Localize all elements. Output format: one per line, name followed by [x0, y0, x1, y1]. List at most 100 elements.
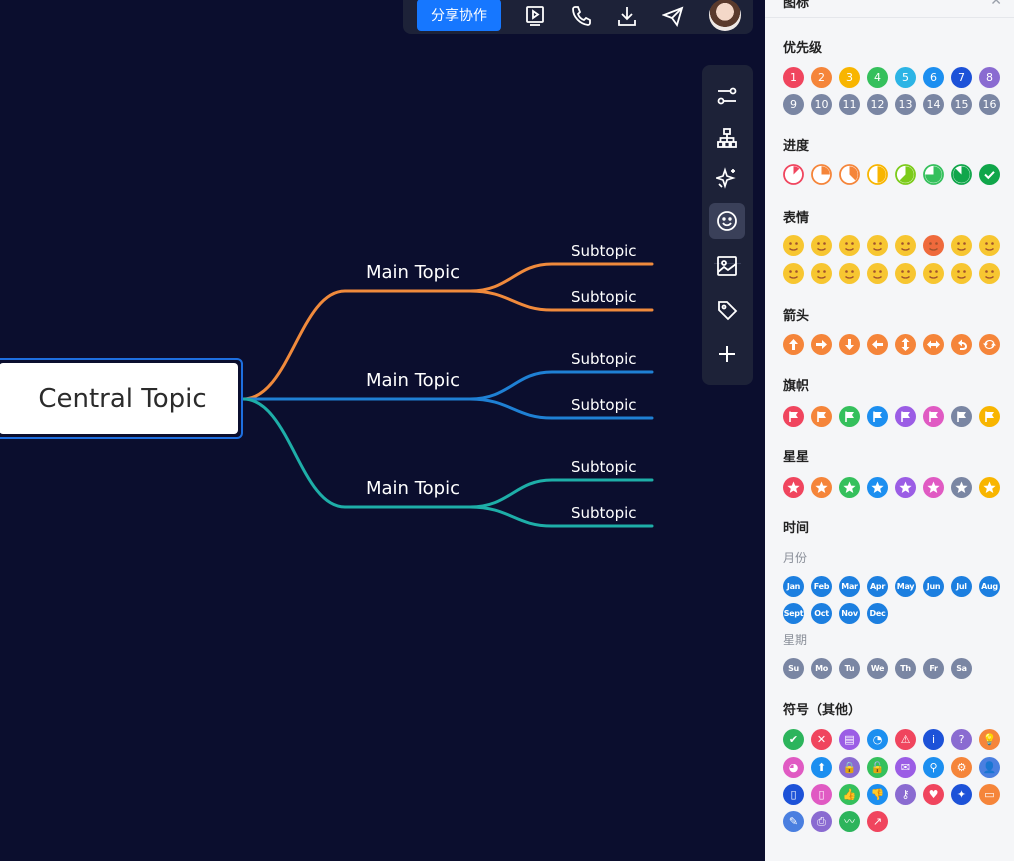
symbol-20-icon[interactable]: 👎	[867, 784, 888, 805]
symbol-16-icon[interactable]: 👤	[979, 757, 1000, 778]
arrow-7-icon[interactable]	[951, 334, 972, 355]
symbol-15-icon[interactable]: ⚙	[951, 757, 972, 778]
month-nov-icon[interactable]: Nov	[839, 603, 860, 624]
priority-1-icon[interactable]: 1	[783, 67, 804, 88]
arrow-6-icon[interactable]	[923, 334, 944, 355]
progress-3-icon[interactable]	[839, 164, 860, 185]
month-jun-icon[interactable]: Jun	[923, 576, 944, 597]
symbol-5-icon[interactable]: ⚠	[895, 729, 916, 750]
weekday-we-icon[interactable]: We	[867, 658, 888, 679]
month-aug-icon[interactable]: Aug	[979, 576, 1000, 597]
flag-6-icon[interactable]	[923, 406, 944, 427]
month-apr-icon[interactable]: Apr	[867, 576, 888, 597]
subtopic-1-2[interactable]: Subtopic	[571, 288, 637, 306]
emoji-face-11-icon[interactable]	[839, 263, 860, 284]
emoji-face-13-icon[interactable]	[895, 263, 916, 284]
phone-icon[interactable]	[569, 4, 593, 28]
main-topic-3[interactable]: Main Topic	[366, 478, 460, 499]
share-collaborate-button[interactable]: 分享协作	[417, 0, 501, 31]
symbol-9-icon[interactable]: ◕	[783, 757, 804, 778]
weekday-sa-icon[interactable]: Sa	[951, 658, 972, 679]
progress-4-icon[interactable]	[867, 164, 888, 185]
priority-13-icon[interactable]: 13	[895, 94, 916, 115]
subtopic-3-1[interactable]: Subtopic	[571, 458, 637, 476]
progress-8-icon[interactable]	[979, 164, 1000, 185]
symbol-6-icon[interactable]: i	[923, 729, 944, 750]
star-4-icon[interactable]	[867, 477, 888, 498]
emoji-face-6-icon[interactable]	[923, 235, 944, 256]
download-icon[interactable]	[615, 4, 639, 28]
add-icon[interactable]	[709, 336, 745, 372]
symbol-2-icon[interactable]: ✕	[811, 729, 832, 750]
main-topic-1[interactable]: Main Topic	[366, 262, 460, 283]
star-8-icon[interactable]	[979, 477, 1000, 498]
symbol-3-icon[interactable]: ▤	[839, 729, 860, 750]
star-5-icon[interactable]	[895, 477, 916, 498]
weekday-mo-icon[interactable]: Mo	[811, 658, 832, 679]
subtopic-3-2[interactable]: Subtopic	[571, 504, 637, 522]
emoji-face-14-icon[interactable]	[923, 263, 944, 284]
style-sliders-icon[interactable]	[709, 78, 745, 114]
emoji-face-8-icon[interactable]	[979, 235, 1000, 256]
month-sept-icon[interactable]: Sept	[783, 603, 804, 624]
star-6-icon[interactable]	[923, 477, 944, 498]
weekday-th-icon[interactable]: Th	[895, 658, 916, 679]
flag-3-icon[interactable]	[839, 406, 860, 427]
emoji-face-9-icon[interactable]	[783, 263, 804, 284]
priority-15-icon[interactable]: 15	[951, 94, 972, 115]
subtopic-1-1[interactable]: Subtopic	[571, 242, 637, 260]
symbol-26-icon[interactable]: ⎙	[811, 811, 832, 832]
month-jul-icon[interactable]: Jul	[951, 576, 972, 597]
symbol-17-icon[interactable]: ▯	[783, 784, 804, 805]
month-oct-icon[interactable]: Oct	[811, 603, 832, 624]
weekday-su-icon[interactable]: Su	[783, 658, 804, 679]
star-1-icon[interactable]	[783, 477, 804, 498]
subtopic-2-2[interactable]: Subtopic	[571, 396, 637, 414]
month-feb-icon[interactable]: Feb	[811, 576, 832, 597]
priority-5-icon[interactable]: 5	[895, 67, 916, 88]
progress-2-icon[interactable]	[811, 164, 832, 185]
symbol-22-icon[interactable]: ♥	[923, 784, 944, 805]
close-icon[interactable]: ✕	[990, 0, 1002, 9]
symbol-1-icon[interactable]: ✔	[783, 729, 804, 750]
main-topic-2[interactable]: Main Topic	[366, 370, 460, 391]
star-3-icon[interactable]	[839, 477, 860, 498]
month-mar-icon[interactable]: Mar	[839, 576, 860, 597]
subtopic-2-1[interactable]: Subtopic	[571, 350, 637, 368]
symbol-8-icon[interactable]: 💡	[979, 729, 1000, 750]
arrow-8-icon[interactable]	[979, 334, 1000, 355]
priority-11-icon[interactable]: 11	[839, 94, 860, 115]
arrow-2-icon[interactable]	[811, 334, 832, 355]
arrow-5-icon[interactable]	[895, 334, 916, 355]
flag-2-icon[interactable]	[811, 406, 832, 427]
weekday-tu-icon[interactable]: Tu	[839, 658, 860, 679]
star-7-icon[interactable]	[951, 477, 972, 498]
symbol-14-icon[interactable]: ⚲	[923, 757, 944, 778]
flag-7-icon[interactable]	[951, 406, 972, 427]
symbol-24-icon[interactable]: ▭	[979, 784, 1000, 805]
priority-14-icon[interactable]: 14	[923, 94, 944, 115]
progress-6-icon[interactable]	[923, 164, 944, 185]
emoji-face-12-icon[interactable]	[867, 263, 888, 284]
emoji-face-10-icon[interactable]	[811, 263, 832, 284]
send-icon[interactable]	[661, 4, 685, 28]
emoji-face-4-icon[interactable]	[867, 235, 888, 256]
user-avatar[interactable]	[709, 0, 741, 31]
symbol-10-icon[interactable]: ⬆	[811, 757, 832, 778]
priority-7-icon[interactable]: 7	[951, 67, 972, 88]
symbol-4-icon[interactable]: ◔	[867, 729, 888, 750]
symbol-28-icon[interactable]: ↗	[867, 811, 888, 832]
progress-7-icon[interactable]	[951, 164, 972, 185]
emoji-icon[interactable]	[709, 203, 745, 239]
flag-8-icon[interactable]	[979, 406, 1000, 427]
emoji-face-1-icon[interactable]	[783, 235, 804, 256]
central-topic-node[interactable]: Central Topic	[0, 358, 243, 439]
priority-12-icon[interactable]: 12	[867, 94, 888, 115]
tag-icon[interactable]	[709, 292, 745, 328]
emoji-face-16-icon[interactable]	[979, 263, 1000, 284]
emoji-face-15-icon[interactable]	[951, 263, 972, 284]
emoji-face-2-icon[interactable]	[811, 235, 832, 256]
priority-4-icon[interactable]: 4	[867, 67, 888, 88]
priority-10-icon[interactable]: 10	[811, 94, 832, 115]
flag-4-icon[interactable]	[867, 406, 888, 427]
